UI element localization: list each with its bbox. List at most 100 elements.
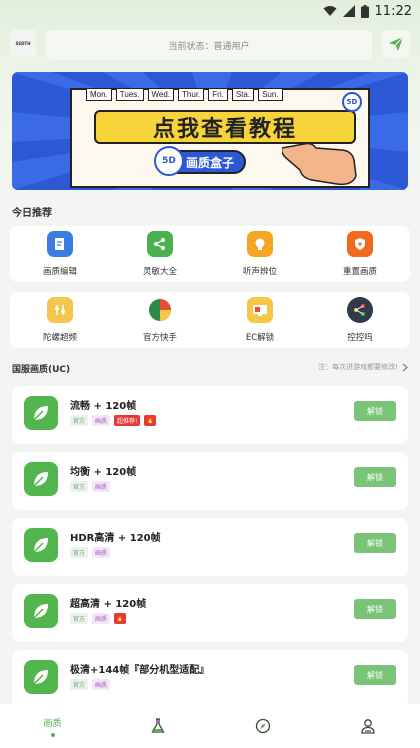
- tag-quality: 画质: [92, 547, 111, 558]
- grid-item-quality-edit[interactable]: 画质编辑: [10, 226, 110, 282]
- grid-label: EC解锁: [245, 333, 275, 343]
- tag-official: 官方: [70, 481, 89, 492]
- leaf-icon: [24, 528, 58, 562]
- tag-quality: 画质: [92, 415, 111, 426]
- presets-header: 国服画质(UC) 注：每次进游戏都要修改!: [12, 362, 408, 376]
- banner-badge: 5D: [154, 146, 184, 176]
- user-status-field[interactable]: 当前状态：普通用户: [46, 30, 372, 60]
- preset-name: HDR高清 + 120帧: [70, 533, 161, 544]
- day-label: Fri.: [208, 88, 228, 101]
- unlock-button[interactable]: 解锁: [354, 533, 396, 553]
- shield-icon: [347, 231, 373, 257]
- nav-tab-quality[interactable]: 画质: [0, 704, 105, 748]
- preset-name: 超高清 + 120帧: [70, 599, 147, 610]
- preset-card[interactable]: 超高清 + 120帧 官方 画质 🔥 解锁: [12, 584, 408, 642]
- unlock-button[interactable]: 解锁: [354, 599, 396, 619]
- day-label: Sta.: [231, 88, 255, 101]
- user-status-text: 当前状态：普通用户: [168, 41, 250, 52]
- preset-tags: 官方 画质: [70, 481, 111, 492]
- nav-tab-profile[interactable]: [315, 704, 420, 748]
- today-row-1: 画质编辑 灵敏大全 听声辨位 重置画质: [10, 226, 410, 282]
- tutorial-banner[interactable]: Mon. Tues. Wed. Thur. Fri. Sta. Sun. 点我查…: [12, 72, 408, 190]
- tag-recommend: 超推荐!: [114, 415, 141, 426]
- presets-title: 国服画质(UC): [12, 365, 71, 375]
- grid-item-control[interactable]: 控控吗: [310, 292, 410, 348]
- nav-tab-discover[interactable]: [210, 704, 315, 748]
- leaf-icon: [24, 396, 58, 430]
- flask-icon: [150, 718, 165, 733]
- nav-label: 画质: [43, 718, 62, 729]
- wifi-icon: [323, 6, 337, 16]
- battery-icon: [360, 4, 369, 18]
- grid-item-official[interactable]: 官方快手: [110, 292, 210, 348]
- preset-name: 流畅 + 120帧: [70, 401, 137, 412]
- presets-note[interactable]: 注：每次进游戏都要修改!: [318, 362, 408, 372]
- grid-label: 官方快手: [142, 333, 177, 343]
- preset-card[interactable]: 均衡 + 120帧 官方 画质 解锁: [12, 452, 408, 510]
- leaf-icon: [24, 594, 58, 628]
- share-icon: [147, 231, 173, 257]
- user-icon: [360, 719, 375, 734]
- tag-official: 官方: [70, 679, 89, 690]
- preset-card[interactable]: 流畅 + 120帧 官方 画质 超推荐! 🔥 解锁: [12, 386, 408, 444]
- preset-name: 均衡 + 120帧: [70, 467, 137, 478]
- tag-quality: 画质: [92, 481, 111, 492]
- tag-official: 官方: [70, 547, 89, 558]
- nodes-icon: [347, 297, 373, 323]
- app-logo[interactable]: SSDTH: [10, 30, 36, 56]
- fire-icon: 🔥: [144, 415, 157, 426]
- pointing-hand-icon: [282, 142, 357, 186]
- day-label: Sun.: [258, 88, 283, 101]
- unlock-button[interactable]: 解锁: [354, 467, 396, 487]
- unlock-button[interactable]: 解锁: [354, 401, 396, 421]
- banner-days: Mon. Tues. Wed. Thur. Fri. Sta. Sun.: [86, 88, 283, 101]
- banner-logo: 5D: [342, 92, 362, 112]
- grid-item-sound-locate[interactable]: 听声辨位: [210, 226, 310, 282]
- grid-item-reset-quality[interactable]: 重置画质: [310, 226, 410, 282]
- tag-quality: 画质: [92, 679, 111, 690]
- grid-label: 画质编辑: [42, 267, 77, 277]
- grid-label: 听声辨位: [242, 267, 277, 277]
- clock-time: 11:22: [374, 3, 412, 19]
- day-label: Tues.: [115, 88, 144, 101]
- leaf-icon: [24, 462, 58, 496]
- grid-item-gyro[interactable]: 陀螺超频: [10, 292, 110, 348]
- grid-item-sensitivity[interactable]: 灵敏大全: [110, 226, 210, 282]
- preset-tags: 官方 画质: [70, 547, 111, 558]
- sliders-icon: [47, 297, 73, 323]
- day-label: Mon.: [86, 88, 112, 101]
- grid-item-ec-unlock[interactable]: EC解锁: [210, 292, 310, 348]
- status-bar: 11:22: [0, 0, 420, 22]
- day-label: Wed.: [147, 88, 175, 101]
- presets-note-text: 注：每次进游戏都要修改!: [318, 363, 398, 371]
- grid-label: 重置画质: [342, 267, 377, 277]
- tag-official: 官方: [70, 613, 89, 624]
- pie-icon: [147, 297, 173, 323]
- grid-label: 控控吗: [347, 333, 373, 343]
- tag-quality: 画质: [92, 613, 111, 624]
- preset-card[interactable]: 极清+144帧『部分机型适配』 官方 画质 解锁: [12, 650, 408, 708]
- day-label: Thur.: [178, 88, 205, 101]
- edit-icon: [47, 231, 73, 257]
- nav-active-dot: [50, 732, 55, 737]
- top-bar: SSDTH 当前状态：普通用户: [10, 30, 410, 60]
- monitor-icon: [247, 297, 273, 323]
- chevron-right-icon: [402, 363, 408, 371]
- preset-tags: 官方 画质 超推荐! 🔥: [70, 415, 157, 426]
- signal-icon: [342, 5, 355, 17]
- today-section-title: 今日推荐: [12, 208, 52, 219]
- preset-card[interactable]: HDR高清 + 120帧 官方 画质 解锁: [12, 518, 408, 576]
- fire-icon: 🔥: [114, 613, 127, 624]
- preset-tags: 官方 画质: [70, 679, 111, 690]
- leaf-icon: [24, 660, 58, 694]
- preset-name: 极清+144帧『部分机型适配』: [70, 665, 210, 676]
- send-button[interactable]: [382, 30, 410, 58]
- grid-label: 灵敏大全: [142, 267, 177, 277]
- bulb-icon: [247, 231, 273, 257]
- nav-tab-lab[interactable]: [105, 704, 210, 748]
- today-row-2: 陀螺超频 官方快手 EC解锁 控控吗: [10, 292, 410, 348]
- preset-tags: 官方 画质 🔥: [70, 613, 127, 624]
- app-logo-text: SSDTH: [15, 40, 31, 46]
- unlock-button[interactable]: 解锁: [354, 665, 396, 685]
- tag-official: 官方: [70, 415, 89, 426]
